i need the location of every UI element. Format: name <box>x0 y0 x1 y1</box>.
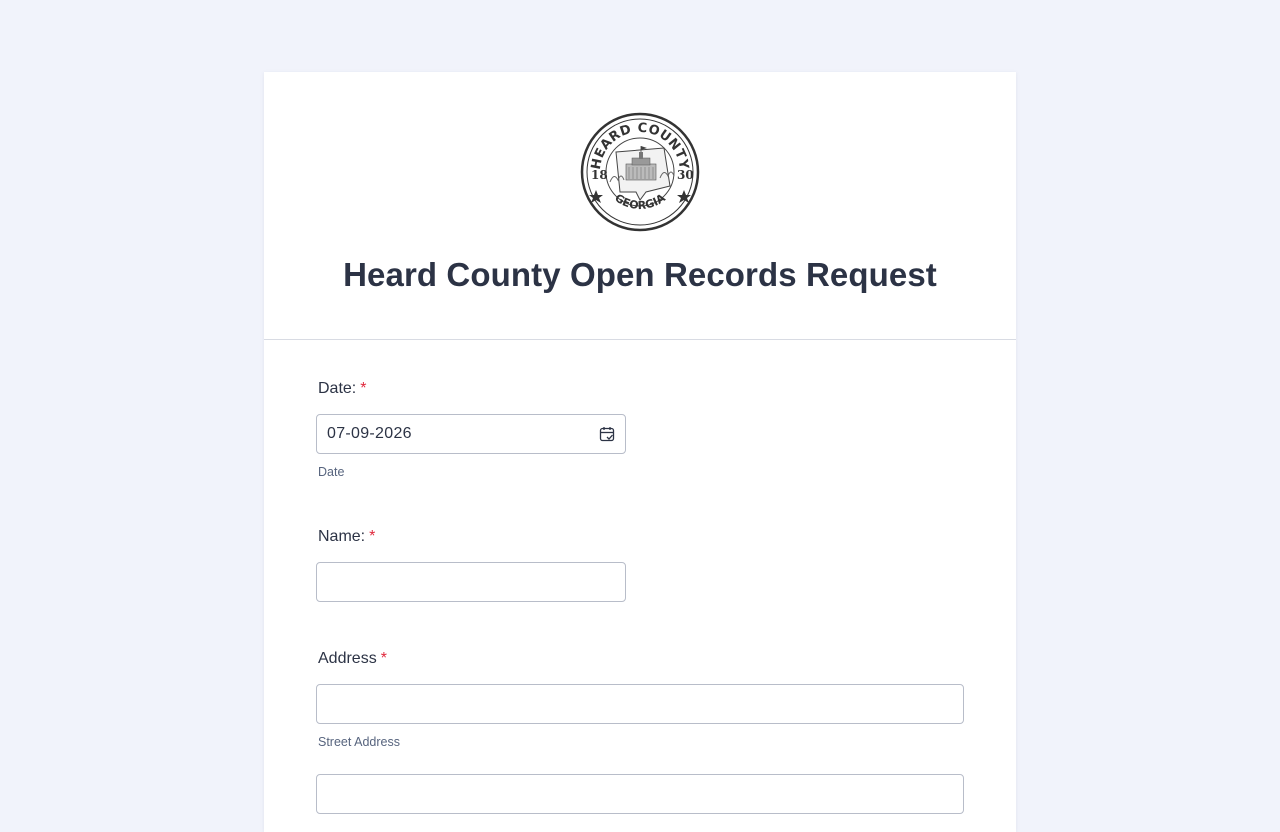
form-header: HEARD COUNTY GEORGIA 18 30 Heard County … <box>264 72 1016 340</box>
address-label-text: Address <box>318 650 377 667</box>
name-label-text: Name: <box>318 528 366 545</box>
street-address-sublabel: Street Address <box>318 735 400 749</box>
svg-text:30: 30 <box>677 168 694 182</box>
county-seal-logo: HEARD COUNTY GEORGIA 18 30 <box>580 112 700 232</box>
street-address-input[interactable] <box>316 684 964 724</box>
required-asterisk: * <box>369 528 376 545</box>
form-title: Heard County Open Records Request <box>343 256 937 293</box>
calendar-icon[interactable] <box>599 426 615 442</box>
date-value: 07-09-2026 <box>327 425 412 442</box>
form-card: HEARD COUNTY GEORGIA 18 30 Heard County … <box>264 72 1016 832</box>
date-input[interactable]: 07-09-2026 <box>316 414 626 454</box>
date-sublabel: Date <box>318 465 345 479</box>
name-label: Name: * <box>318 528 375 546</box>
date-label-text: Date: <box>318 380 357 397</box>
required-asterisk: * <box>360 380 367 397</box>
address-label: Address * <box>318 650 387 668</box>
svg-text:18: 18 <box>591 168 608 182</box>
street-address-line2-input[interactable] <box>316 774 964 814</box>
required-asterisk: * <box>380 650 387 667</box>
name-input[interactable] <box>316 562 626 602</box>
date-label: Date: * <box>318 380 366 398</box>
